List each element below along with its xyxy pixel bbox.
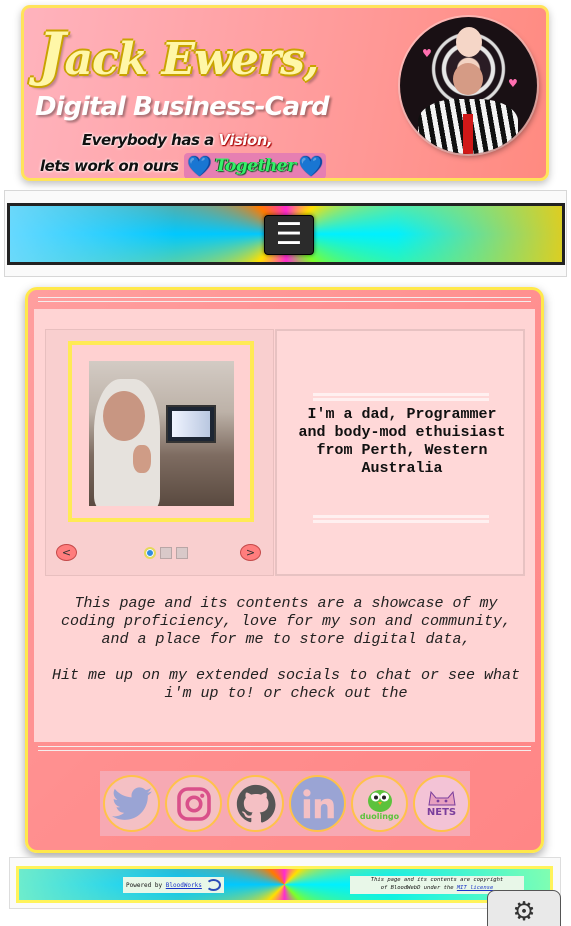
- bio-divider-bottom: [313, 515, 489, 523]
- photo-hand: [133, 445, 151, 473]
- about-text: This page and its contents are a showcas…: [48, 595, 524, 703]
- heart-icon: ♥: [508, 77, 518, 90]
- photo-head: [103, 391, 145, 441]
- tagline-line-1: Everybody has a Vision,: [82, 131, 273, 149]
- card-title: Digital Business-Card: [35, 92, 330, 122]
- nets-link[interactable]: NETS: [413, 775, 470, 832]
- twitter-icon: [111, 786, 152, 820]
- name-initial: J: [38, 20, 65, 88]
- bio-text: I'm a dad, Programmer and body-mod ethui…: [298, 406, 506, 477]
- content-panel: < > I'm a dad, Programmer and body-mod e…: [34, 309, 535, 742]
- footer-container: Powered by BloodWorks This page and its …: [9, 857, 561, 909]
- instagram-link[interactable]: [165, 775, 222, 832]
- about-paragraph-1: This page and its contents are a showcas…: [60, 595, 512, 648]
- powered-by: Powered by BloodWorks: [123, 877, 224, 893]
- about-paragraph-2: Hit me up on my extended socials to chat…: [51, 667, 521, 702]
- bloodworks-logo-icon: [205, 879, 221, 891]
- bloodworks-link[interactable]: BloodWorks: [166, 882, 202, 889]
- powered-by-text: Powered by: [126, 881, 163, 889]
- bio-divider-top: [313, 393, 489, 401]
- avatar-tie: [463, 114, 473, 154]
- copyright-line-1: This page and its contents are copyright: [370, 877, 504, 883]
- blue-heart-icon: 💙: [187, 154, 212, 178]
- carousel-dots: [144, 547, 188, 559]
- linkedin-icon: [302, 788, 334, 818]
- carousel-dot-1[interactable]: [144, 547, 156, 559]
- twitter-link[interactable]: [103, 775, 160, 832]
- github-link[interactable]: [227, 775, 284, 832]
- bio-box: I'm a dad, Programmer and body-mod ethui…: [275, 329, 525, 576]
- avatar-baby: [456, 27, 482, 57]
- main-card: < > I'm a dad, Programmer and body-mod e…: [25, 287, 544, 853]
- github-icon: [236, 784, 275, 823]
- header-card: Jack Ewers, Digital Business-Card Everyb…: [21, 5, 549, 181]
- settings-button[interactable]: ⚙: [487, 890, 561, 926]
- copyright-text: of BloodWebD under the: [380, 885, 457, 891]
- name-rest: ack Ewers,: [64, 34, 319, 85]
- carousel-prev-button[interactable]: <: [56, 544, 77, 561]
- duolingo-owl-icon: [367, 790, 392, 812]
- carousel-dot-3[interactable]: [176, 547, 188, 559]
- hamburger-icon: ☰: [275, 217, 303, 252]
- tagline-text: Everybody has a: [82, 131, 219, 149]
- carousel-next-button[interactable]: >: [240, 544, 261, 561]
- photo-monitor: [166, 405, 216, 443]
- footer-bar: Powered by BloodWorks This page and its …: [16, 866, 553, 903]
- carousel-dot-2[interactable]: [160, 547, 172, 559]
- divider: [38, 297, 531, 302]
- gear-icon: ⚙: [512, 897, 536, 926]
- owner-name: Jack Ewers,: [38, 20, 319, 88]
- blue-heart-icon: 💙: [298, 154, 324, 178]
- instagram-icon: [176, 786, 211, 821]
- nets-label: NETS: [426, 807, 457, 818]
- linkedin-link[interactable]: [289, 775, 346, 832]
- tagline-highlight: Vision,: [218, 131, 273, 149]
- avatar-face: [453, 63, 483, 95]
- tagline-line-2: lets work on ours 💙 Together 💙: [40, 153, 326, 178]
- profile-photo: [89, 361, 234, 506]
- divider: [38, 746, 531, 751]
- cat-icon: [427, 790, 456, 806]
- hamburger-menu-button[interactable]: ☰: [264, 215, 314, 255]
- tagline-text-2: lets work on ours: [40, 157, 179, 175]
- avatar: ♥ ♥ ♥: [400, 17, 537, 154]
- carousel: < >: [45, 329, 274, 576]
- together-text: Together: [214, 156, 296, 176]
- mit-license-link[interactable]: MIT license: [457, 885, 493, 891]
- chevron-right-icon: >: [245, 546, 256, 559]
- social-links: duolingo NETS: [100, 771, 470, 836]
- duolingo-link[interactable]: duolingo: [351, 775, 408, 832]
- nav-container: ☰: [4, 190, 567, 277]
- duolingo-label: duolingo: [359, 812, 400, 821]
- nav-bar: ☰: [7, 203, 565, 265]
- together-badge: 💙 Together 💙: [184, 153, 326, 178]
- heart-icon: ♥: [422, 47, 432, 60]
- chevron-left-icon: <: [61, 546, 72, 559]
- photo-frame: [68, 341, 254, 522]
